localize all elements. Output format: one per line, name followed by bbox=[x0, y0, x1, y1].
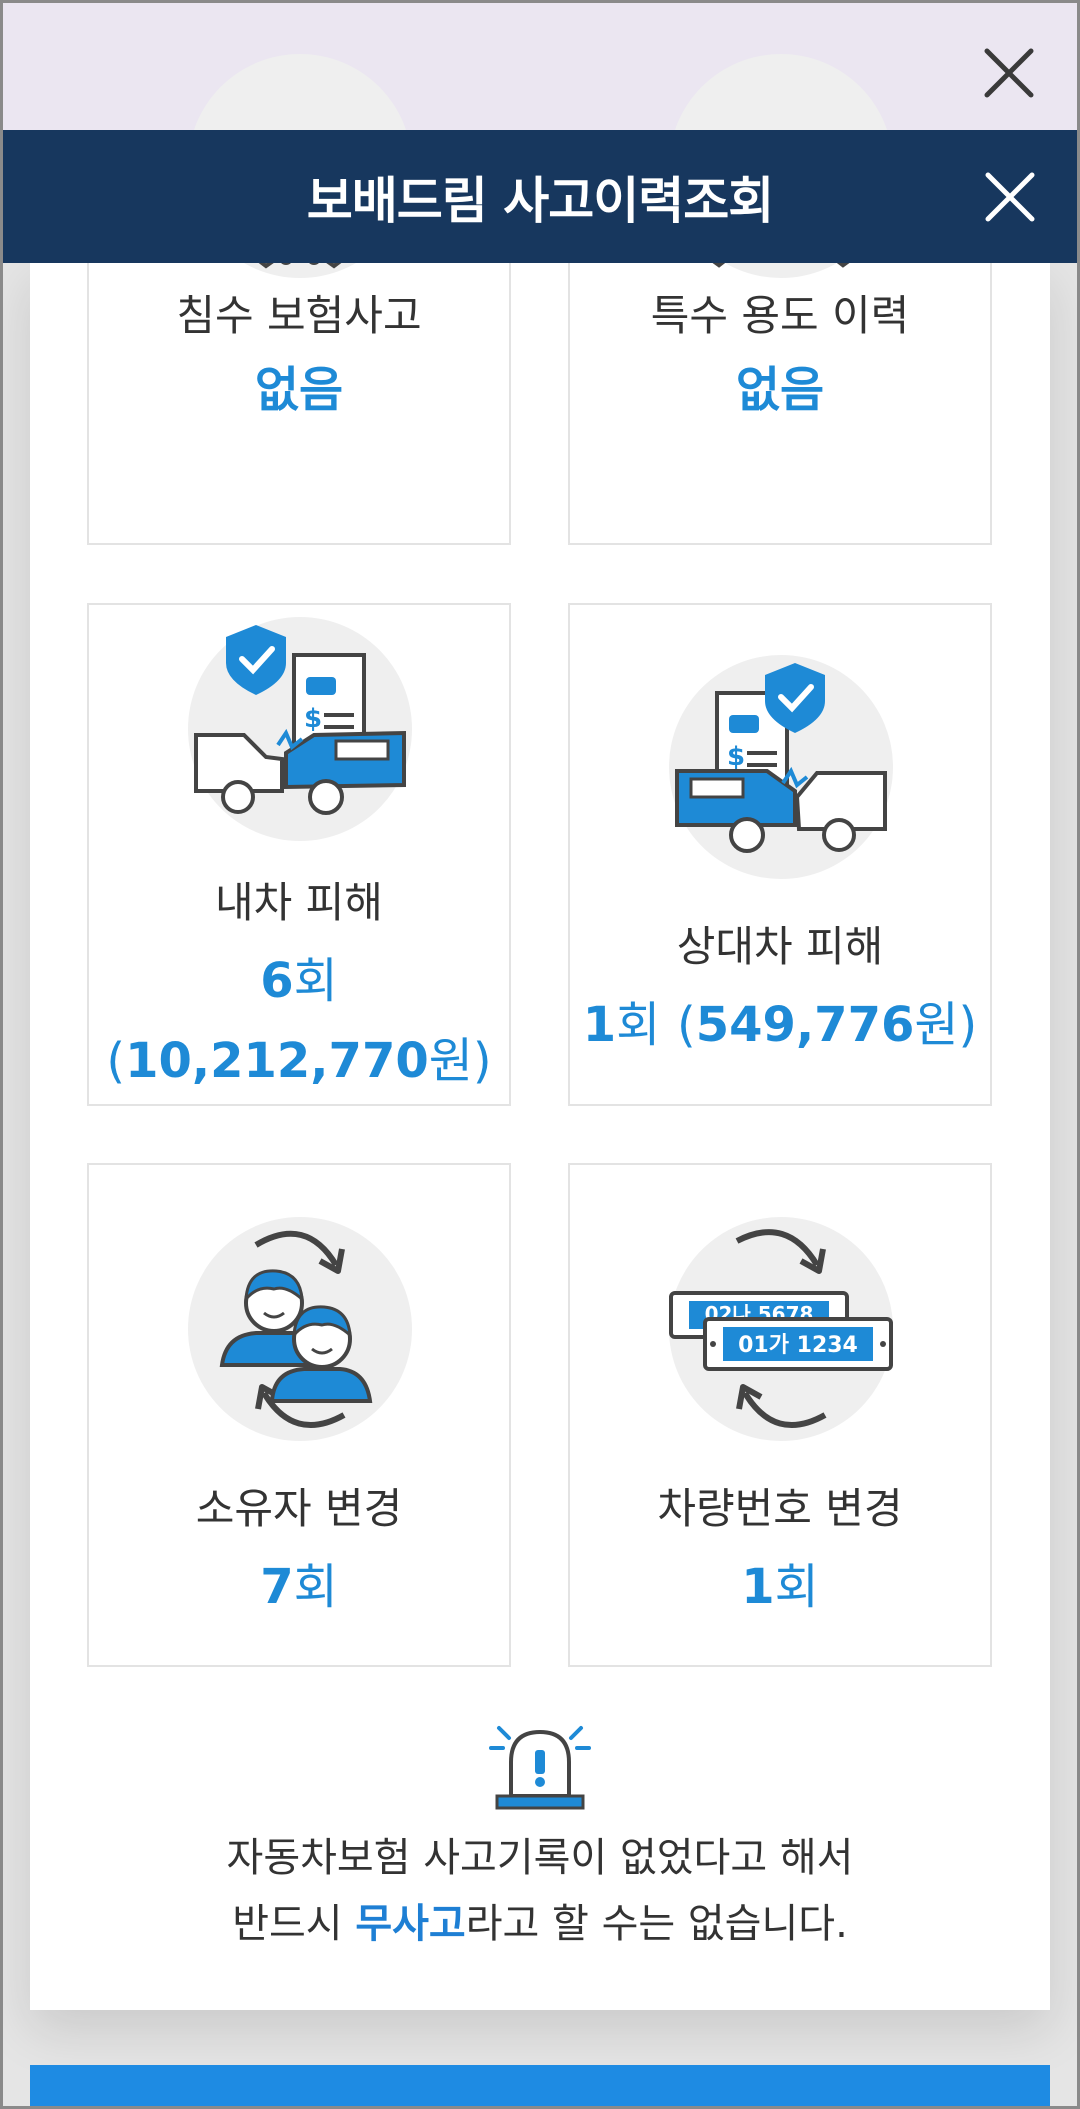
paren-open: ( bbox=[106, 1033, 126, 1089]
card-label: 침수 보험사고 bbox=[176, 291, 422, 340]
amount-number: 10,212,770 bbox=[125, 1033, 429, 1089]
card-label: 특수 용도 이력 bbox=[650, 291, 910, 340]
card-value-count-amount: 1회 (549,776원) bbox=[570, 985, 990, 1055]
card-value: 없음 bbox=[254, 362, 344, 418]
notice-text: 반드시 bbox=[232, 1901, 356, 1947]
card-value-count: 7회 bbox=[89, 1547, 509, 1617]
count-unit: 회 bbox=[293, 953, 338, 1009]
count-unit: 회 bbox=[616, 997, 661, 1053]
card-owner-change: 소유자 변경 7회 bbox=[87, 1163, 511, 1667]
plate-change-icon: 02나 5678 01가 1234 bbox=[669, 1217, 893, 1441]
card-plate-change: 02나 5678 01가 1234 차량번호 변경 1회 bbox=[568, 1163, 992, 1667]
notice-line-1: 자동차보험 사고기록이 없었다고 해서 bbox=[226, 1835, 854, 1881]
plate-front-text: 01가 1234 bbox=[738, 1333, 858, 1358]
owner-change-icon bbox=[188, 1217, 412, 1441]
amount-unit: 원 bbox=[914, 997, 959, 1053]
paren-close: ) bbox=[472, 1033, 492, 1089]
notice-highlight: 무사고 bbox=[355, 1901, 466, 1947]
card-label: 내차 피해 bbox=[215, 878, 383, 927]
card-other-damage: $ 상대차 피해 1회 (549,776원) bbox=[568, 603, 992, 1106]
page-title: 보배드림 사고이력조회 bbox=[306, 171, 774, 230]
count-unit: 회 bbox=[293, 1559, 338, 1615]
count-number: 1 bbox=[741, 1559, 775, 1615]
bottom-action-button[interactable] bbox=[30, 2065, 1050, 2109]
other-damage-icon: $ bbox=[669, 655, 893, 879]
paren-open: ( bbox=[677, 997, 696, 1053]
modal-header: 보배드림 사고이력조회 bbox=[3, 130, 1077, 263]
card-value-amount: (10,212,770원) bbox=[89, 1021, 509, 1091]
close-icon[interactable] bbox=[983, 170, 1037, 224]
amount-unit: 원 bbox=[428, 1033, 473, 1089]
card-value-count: 1회 bbox=[570, 1547, 990, 1617]
card-label: 상대차 피해 bbox=[676, 922, 884, 971]
svg-text:$: $ bbox=[727, 742, 745, 772]
card-own-damage: $ 내차 피해 6회 (10,212,770원) bbox=[87, 603, 511, 1106]
count-number: 6 bbox=[260, 953, 294, 1009]
card-value: 없음 bbox=[735, 362, 825, 418]
notice-text: 라고 할 수는 없습니다. bbox=[465, 1901, 848, 1947]
amount-number: 549,776 bbox=[695, 997, 915, 1053]
notice-line-2: 반드시 무사고라고 할 수는 없습니다. bbox=[30, 1891, 1050, 1949]
card-label: 소유자 변경 bbox=[195, 1484, 403, 1533]
svg-text:$: $ bbox=[304, 704, 322, 734]
count-number: 7 bbox=[260, 1559, 294, 1615]
close-icon[interactable] bbox=[981, 45, 1037, 101]
paren-close: ) bbox=[958, 997, 978, 1053]
background-top-bar bbox=[0, 0, 1080, 130]
card-value-count: 6회 bbox=[89, 941, 509, 1011]
own-damage-icon: $ bbox=[188, 617, 412, 841]
siren-alert-icon bbox=[489, 1726, 591, 1810]
count-unit: 회 bbox=[774, 1559, 819, 1615]
count-number: 1 bbox=[582, 997, 617, 1053]
card-label: 차량번호 변경 bbox=[657, 1484, 903, 1533]
